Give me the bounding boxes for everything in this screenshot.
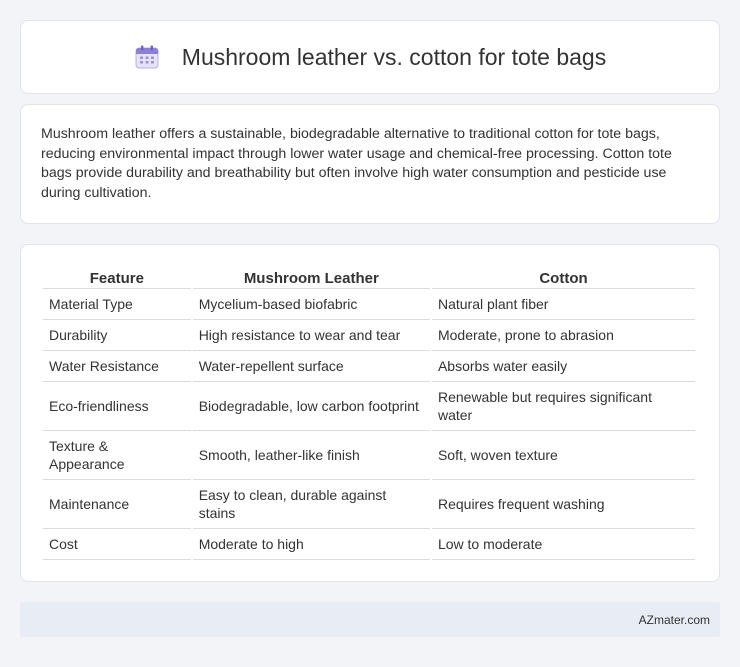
mushroom-leather-cell: Biodegradable, low carbon footprint xyxy=(192,382,430,431)
mushroom-leather-cell: High resistance to wear and tear xyxy=(192,320,430,351)
table-row: Texture & Appearance Smooth, leather-lik… xyxy=(43,431,695,480)
table-row: Maintenance Easy to clean, durable again… xyxy=(43,480,695,529)
description-text: Mushroom leather offers a sustainable, b… xyxy=(41,126,672,201)
page-title: Mushroom leather vs. cotton for tote bag… xyxy=(181,43,607,70)
mushroom-leather-cell: Water-repellent surface xyxy=(192,351,430,382)
title-card: Mushroom leather vs. cotton for tote bag… xyxy=(20,20,720,94)
cotton-cell: Moderate, prone to abrasion xyxy=(431,320,695,351)
feature-cell: Material Type xyxy=(43,289,191,320)
mushroom-leather-cell: Smooth, leather-like finish xyxy=(192,431,430,480)
table-row: Durability High resistance to wear and t… xyxy=(43,320,695,351)
mushroom-leather-cell: Moderate to high xyxy=(192,529,430,560)
cotton-cell: Requires frequent washing xyxy=(431,480,695,529)
table-header-row: Feature Mushroom Leather Cotton xyxy=(43,267,695,289)
feature-cell: Maintenance xyxy=(43,480,191,529)
feature-cell: Water Resistance xyxy=(43,351,191,382)
calendar-icon xyxy=(134,44,160,70)
column-header-feature: Feature xyxy=(43,267,191,289)
feature-cell: Eco-friendliness xyxy=(43,382,191,431)
feature-cell: Durability xyxy=(43,320,191,351)
comparison-table-card: Feature Mushroom Leather Cotton Material… xyxy=(20,244,720,582)
table-row: Eco-friendliness Biodegradable, low carb… xyxy=(43,382,695,431)
cotton-cell: Renewable but requires significant water xyxy=(431,382,695,431)
table-row: Water Resistance Water-repellent surface… xyxy=(43,351,695,382)
cotton-cell: Natural plant fiber xyxy=(431,289,695,320)
column-header-cotton: Cotton xyxy=(431,267,695,289)
table-row: Material Type Mycelium-based biofabric N… xyxy=(43,289,695,320)
feature-cell: Texture & Appearance xyxy=(43,431,191,480)
footer-brand[interactable]: AZmater.com xyxy=(639,613,710,627)
table-row: Cost Moderate to high Low to moderate xyxy=(43,529,695,560)
feature-cell: Cost xyxy=(43,529,191,560)
cotton-cell: Soft, woven texture xyxy=(431,431,695,480)
description-card: Mushroom leather offers a sustainable, b… xyxy=(20,104,720,224)
cotton-cell: Absorbs water easily xyxy=(431,351,695,382)
comparison-table: Feature Mushroom Leather Cotton Material… xyxy=(41,267,697,560)
column-header-mushroom-leather: Mushroom Leather xyxy=(192,267,430,289)
mushroom-leather-cell: Mycelium-based biofabric xyxy=(192,289,430,320)
footer-bar: AZmater.com xyxy=(20,602,720,637)
mushroom-leather-cell: Easy to clean, durable against stains xyxy=(192,480,430,529)
cotton-cell: Low to moderate xyxy=(431,529,695,560)
